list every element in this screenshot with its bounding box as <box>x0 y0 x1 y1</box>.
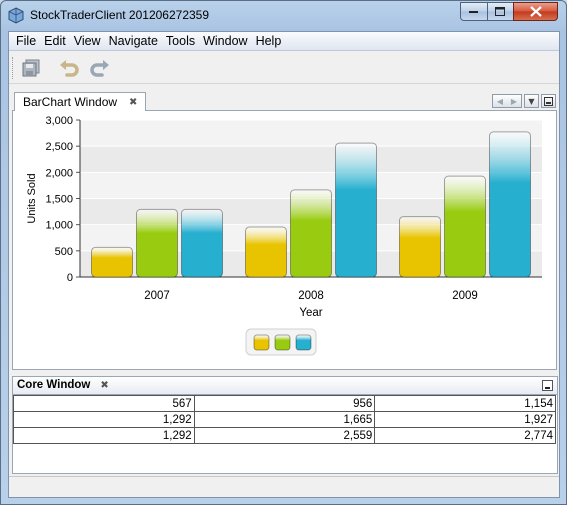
tab-barchart-window[interactable]: BarChart Window ✖ <box>14 92 147 111</box>
bar <box>489 131 531 278</box>
table-cell[interactable]: 1,292 <box>13 411 195 428</box>
status-bar <box>9 476 559 497</box>
dropdown-icon: ▼ <box>528 96 535 106</box>
legend-swatch <box>274 334 291 351</box>
minimize-icon <box>469 10 478 13</box>
bar <box>335 142 377 278</box>
core-window-tab[interactable]: Core Window ✖ <box>17 379 109 391</box>
core-window-header[interactable]: Core Window ✖ <box>12 376 558 395</box>
scroll-right-icon[interactable]: ▶ <box>507 97 521 106</box>
title-bar[interactable]: StockTraderClient 201206272359 <box>1 1 566 31</box>
table-cell[interactable]: 567 <box>13 395 195 412</box>
grid-band <box>80 120 542 147</box>
table-cell[interactable]: 1,927 <box>374 411 556 428</box>
x-tick-label: 2007 <box>144 290 170 302</box>
scroll-left-icon[interactable]: ◀ <box>493 97 507 106</box>
tab-maximize-button[interactable] <box>541 94 556 108</box>
save-all-icon <box>22 59 40 77</box>
y-tick-label: 1,000 <box>45 220 73 232</box>
y-tick-label: 0 <box>67 272 73 284</box>
bar <box>399 216 441 278</box>
core-window-body: 567 956 1,154 1,292 1,665 1,927 1,292 2,559 2,77… <box>12 395 558 474</box>
menu-window[interactable]: Window <box>199 34 251 48</box>
legend-swatch <box>253 334 270 351</box>
maximize-button[interactable] <box>487 2 513 21</box>
menu-view[interactable]: View <box>70 34 105 48</box>
table-row[interactable]: 1,292 1,665 1,927 <box>13 411 556 428</box>
tab-scroll-buttons[interactable]: ◀ ▶ <box>492 94 522 108</box>
grid-band <box>80 146 542 173</box>
undo-icon <box>60 60 79 77</box>
tab-label: BarChart Window <box>23 95 118 109</box>
redo-button[interactable] <box>86 56 112 80</box>
menu-file[interactable]: File <box>12 34 40 48</box>
x-axis-label: Year <box>299 307 322 319</box>
menu-edit[interactable]: Edit <box>40 34 70 48</box>
y-tick-label: 2,500 <box>45 141 73 153</box>
menu-tools[interactable]: Tools <box>162 34 199 48</box>
y-tick-label: 1,500 <box>45 194 73 206</box>
data-table: 567 956 1,154 1,292 1,665 1,927 1,292 2,559 2,77… <box>13 395 556 444</box>
y-tick-label: 2,000 <box>45 167 73 179</box>
table-cell[interactable]: 2,774 <box>374 427 556 444</box>
minimize-button[interactable] <box>460 2 487 21</box>
tab-close-icon[interactable]: ✖ <box>129 97 137 108</box>
y-tick-label: 3,000 <box>45 115 73 127</box>
core-window-title: Core Window <box>17 379 91 391</box>
menu-help[interactable]: Help <box>252 34 286 48</box>
bar <box>181 208 223 278</box>
undo-button[interactable] <box>57 56 83 80</box>
table-cell[interactable]: 956 <box>193 395 376 412</box>
core-minimize-icon[interactable] <box>542 380 553 391</box>
tab-controls: ◀ ▶ ▼ <box>492 94 556 108</box>
app-icon <box>8 7 24 24</box>
x-tick-label: 2009 <box>452 290 478 302</box>
table-row[interactable]: 567 956 1,154 <box>13 395 556 412</box>
menu-navigate[interactable]: Navigate <box>105 34 162 48</box>
table-cell[interactable]: 1,665 <box>193 411 376 428</box>
client-area: File Edit View Navigate Tools Window Hel… <box>8 31 560 498</box>
y-axis-label: Units Sold <box>26 173 38 223</box>
bar <box>290 189 332 278</box>
close-button[interactable] <box>513 2 558 21</box>
bar <box>245 226 287 278</box>
table-cell[interactable]: 1,154 <box>374 395 556 412</box>
chart-panel: 0 500 1,000 1,500 2,000 2,500 3,000 2007 2008 200… <box>12 110 557 370</box>
close-icon <box>529 6 542 17</box>
save-all-button[interactable] <box>18 56 44 80</box>
toolbar <box>9 52 559 84</box>
redo-icon <box>90 60 109 77</box>
menu-bar: File Edit View Navigate Tools Window Hel… <box>9 32 559 51</box>
window-maximize-icon <box>544 96 553 106</box>
table-cell[interactable]: 2,559 <box>193 427 376 444</box>
table-row[interactable]: 1,292 2,559 2,774 <box>13 427 556 444</box>
maximize-icon <box>495 6 505 16</box>
bar <box>444 175 486 278</box>
toolbar-grip[interactable] <box>12 57 15 79</box>
barchart-window: BarChart Window ✖ ◀ ▶ ▼ 0 500 1,000 1,500 2,0… <box>12 92 558 371</box>
bar <box>136 208 178 278</box>
y-tick-label: 500 <box>55 246 73 258</box>
tab-list-button[interactable]: ▼ <box>524 94 539 108</box>
legend-swatch <box>295 334 312 351</box>
bar <box>91 246 133 278</box>
x-tick-label: 2008 <box>298 290 324 302</box>
core-window: Core Window ✖ 567 956 1,154 1,292 1,665 1,927… <box>12 376 558 474</box>
window-title: StockTraderClient 201206272359 <box>30 8 210 22</box>
app-window: StockTraderClient 201206272359 File Edit… <box>0 0 567 505</box>
table-cell[interactable]: 1,292 <box>13 427 195 444</box>
bar-chart: 0 500 1,000 1,500 2,000 2,500 3,000 2007 2008 200… <box>26 115 542 356</box>
core-tab-close-icon[interactable]: ✖ <box>100 380 108 391</box>
